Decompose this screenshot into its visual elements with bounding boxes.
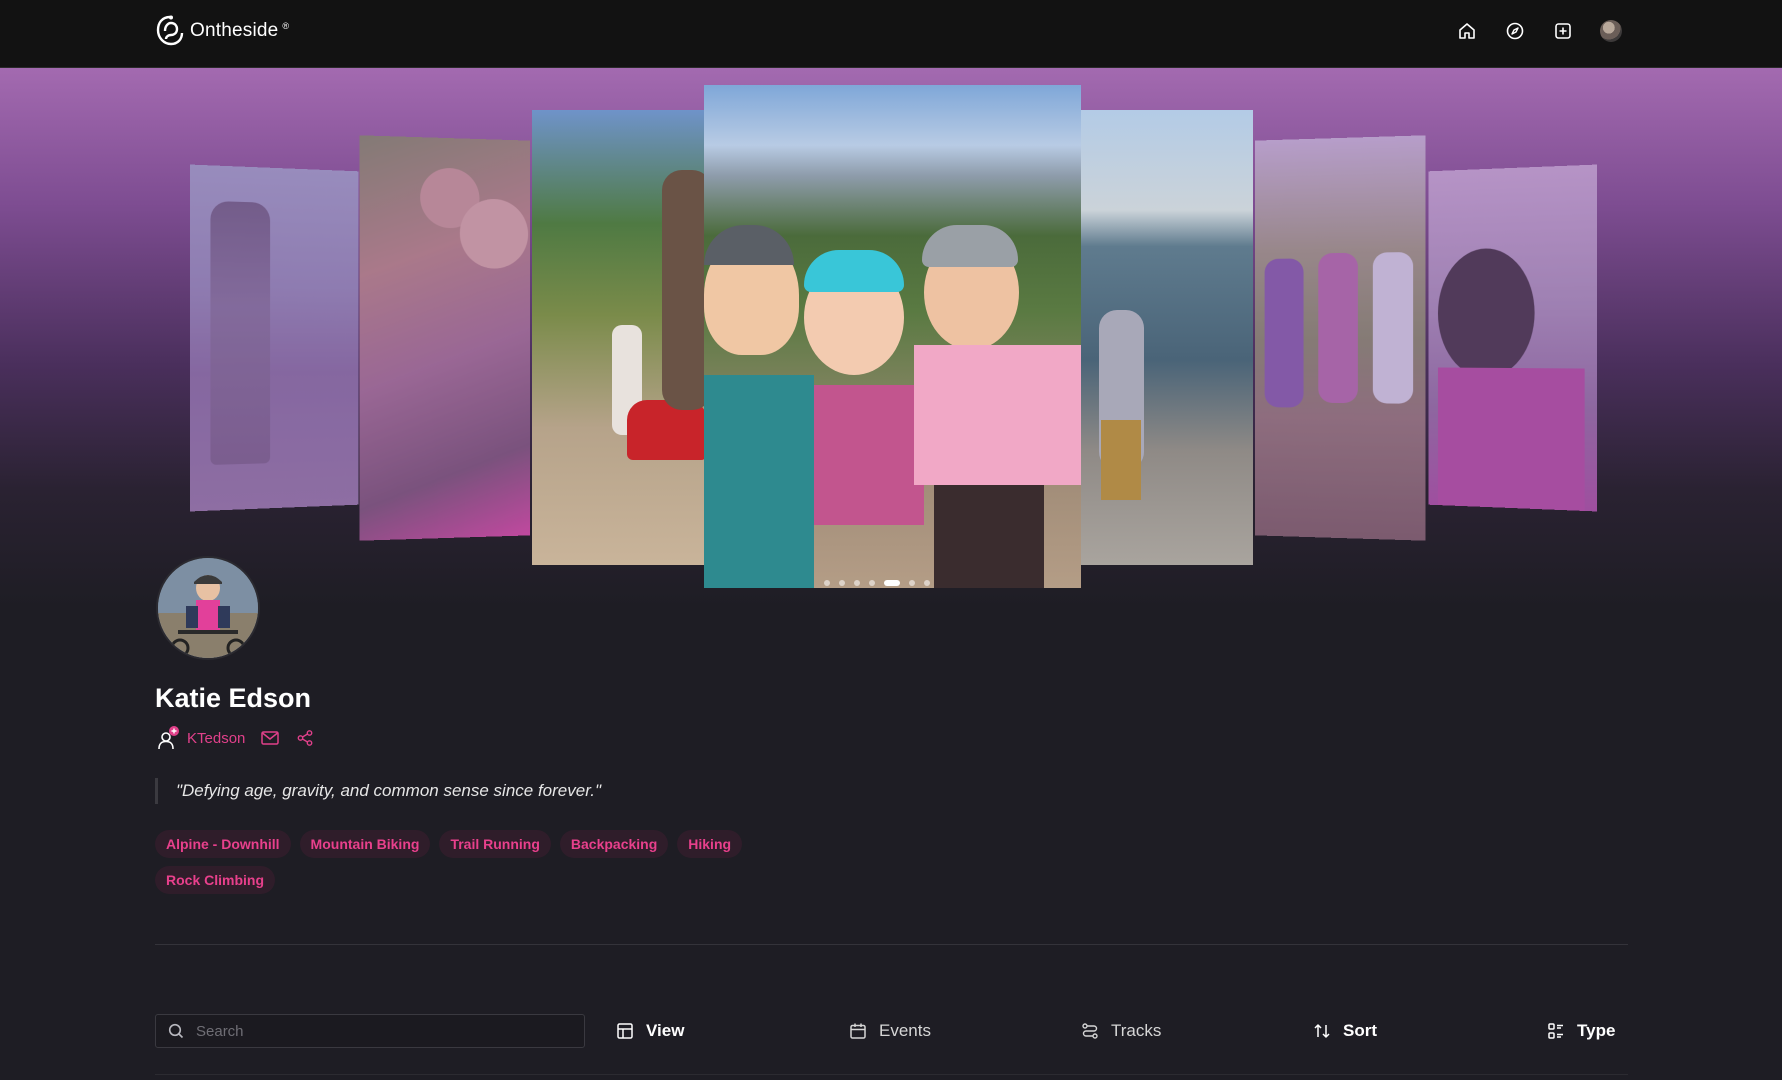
home-icon[interactable]	[1456, 20, 1478, 42]
route-icon	[1082, 1023, 1098, 1039]
sort-button[interactable]: Sort	[1313, 1021, 1377, 1041]
carousel-photo[interactable]	[1428, 164, 1597, 512]
profile-handle[interactable]: KTedson	[187, 730, 245, 747]
activity-tag[interactable]: Backpacking	[559, 830, 669, 858]
tracks-label: Tracks	[1111, 1021, 1162, 1040]
events-button[interactable]: Events	[849, 1021, 931, 1041]
mail-icon[interactable]	[261, 731, 280, 745]
carousel-dot[interactable]	[824, 580, 830, 586]
search-icon	[168, 1023, 184, 1039]
carousel-photo[interactable]	[1081, 110, 1253, 565]
profile-avatar[interactable]	[156, 556, 260, 660]
carousel-dot[interactable]	[909, 580, 915, 586]
toolbar-divider	[155, 1074, 1628, 1075]
photo-carousel	[0, 68, 1782, 608]
profile-name: Katie Edson	[155, 683, 312, 713]
tracks-button[interactable]: Tracks	[1081, 1021, 1161, 1041]
carousel-photo[interactable]	[1254, 135, 1426, 541]
plus-square-icon[interactable]	[1552, 20, 1574, 42]
events-label: Events	[879, 1021, 931, 1040]
activity-tag[interactable]: Trail Running	[439, 830, 551, 858]
view-label: View	[646, 1021, 685, 1040]
carousel-dot-active[interactable]	[884, 580, 900, 586]
section-divider	[155, 944, 1628, 945]
carousel-photo[interactable]	[359, 135, 531, 541]
follow-user-icon[interactable]	[157, 726, 179, 750]
registered-mark: ®	[282, 21, 290, 31]
profile-handle-row: KTedson	[157, 726, 313, 750]
activity-tags: Alpine - Downhill Mountain Biking Trail …	[155, 830, 805, 894]
sort-label: Sort	[1343, 1021, 1377, 1040]
search-input[interactable]	[194, 1021, 578, 1041]
carousel-dot[interactable]	[924, 580, 930, 586]
list-filter-icon	[1548, 1023, 1563, 1039]
carousel-dots	[824, 580, 930, 586]
carousel-dot[interactable]	[869, 580, 875, 586]
user-avatar-button[interactable]	[1600, 20, 1622, 42]
nav-icons	[1456, 20, 1622, 42]
carousel-photo-active[interactable]	[704, 85, 1081, 588]
calendar-icon	[850, 1023, 866, 1039]
activity-tag[interactable]: Hiking	[677, 830, 743, 858]
ontheside-logo-icon	[156, 15, 184, 46]
top-nav-bar: Ontheside ®	[0, 0, 1782, 68]
activity-tag[interactable]: Alpine - Downhill	[155, 830, 291, 858]
type-button[interactable]: Type	[1547, 1021, 1615, 1041]
carousel-dot[interactable]	[839, 580, 845, 586]
carousel-photo[interactable]	[190, 164, 359, 512]
carousel-dot[interactable]	[854, 580, 860, 586]
compass-icon[interactable]	[1504, 20, 1526, 42]
activity-tag[interactable]: Mountain Biking	[299, 830, 431, 858]
brand-name: Ontheside	[190, 20, 279, 41]
layout-icon	[617, 1023, 633, 1039]
activity-tag[interactable]: Rock Climbing	[155, 866, 276, 894]
view-button[interactable]: View	[616, 1021, 684, 1041]
carousel-photo[interactable]	[532, 110, 704, 565]
brand-logo[interactable]: Ontheside ®	[154, 14, 289, 48]
type-label: Type	[1577, 1021, 1616, 1040]
sort-arrows-icon	[1314, 1024, 1330, 1038]
search-box	[155, 1014, 585, 1048]
share-icon[interactable]	[297, 730, 313, 746]
profile-bio: "Defying age, gravity, and common sense …	[155, 778, 601, 804]
